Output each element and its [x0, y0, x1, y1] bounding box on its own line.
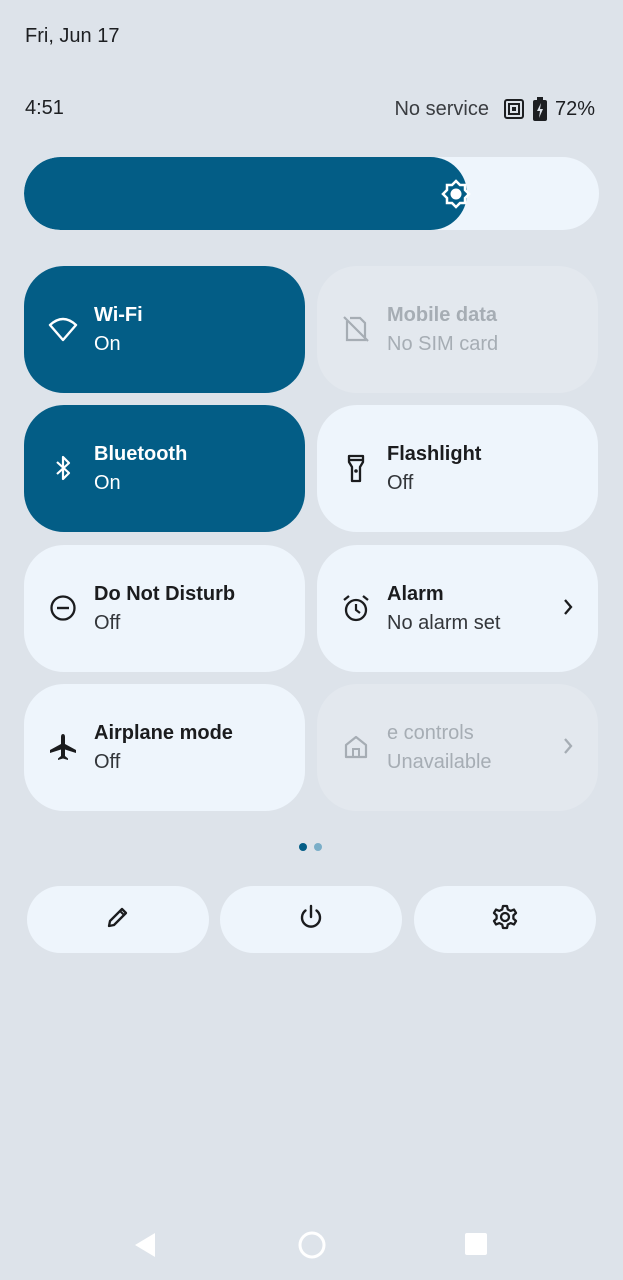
status-icons: No service 72% — [394, 97, 595, 121]
tile-wifi[interactable]: Wi-Fi On — [24, 266, 305, 393]
no-sim-icon — [341, 314, 371, 344]
home-icon — [341, 732, 371, 762]
chevron-right-icon — [562, 597, 574, 622]
power-button[interactable] — [220, 886, 402, 953]
tile-alarm[interactable]: Alarm No alarm set — [317, 545, 598, 672]
tile-do-not-disturb-label: Do Not Disturb — [94, 583, 236, 605]
battery-charging-icon — [532, 97, 547, 121]
tile-flashlight-label: Flashlight — [387, 443, 482, 465]
page-dot-active — [299, 843, 307, 851]
tile-bluetooth-state: On — [94, 472, 121, 494]
brightness-slider[interactable] — [24, 157, 599, 230]
tile-do-not-disturb[interactable]: Do Not Disturb Off — [24, 545, 305, 672]
clock: 4:51 — [25, 97, 64, 119]
do-not-disturb-icon — [48, 593, 78, 623]
home-button[interactable] — [297, 1230, 327, 1265]
settings-icon — [491, 903, 519, 936]
tile-alarm-state: No alarm set — [387, 612, 501, 634]
tile-home-controls-state: Unavailable — [387, 751, 492, 773]
nfc-icon — [503, 98, 525, 120]
wifi-icon — [48, 314, 78, 344]
battery-percent: 72% — [554, 97, 595, 120]
airplane-icon — [48, 732, 78, 762]
brightness-slider-fill[interactable] — [24, 157, 467, 230]
recents-button[interactable] — [464, 1232, 488, 1261]
bluetooth-icon — [48, 453, 78, 483]
page-indicator — [299, 843, 322, 851]
tile-home-controls-label: e controls — [387, 722, 474, 744]
page-dot — [314, 843, 322, 851]
flashlight-icon — [341, 453, 371, 483]
tile-do-not-disturb-state: Off — [94, 612, 121, 634]
edit-icon — [105, 904, 131, 935]
chevron-right-icon — [562, 736, 574, 761]
navigation-bar — [0, 1210, 623, 1280]
settings-button[interactable] — [414, 886, 596, 953]
tile-mobile-data-label: Mobile data — [387, 304, 498, 326]
tile-wifi-label: Wi-Fi — [94, 304, 143, 326]
brightness-icon — [440, 178, 472, 215]
tile-mobile-data-state: No SIM card — [387, 333, 499, 355]
tile-airplane-mode-state: Off — [94, 751, 121, 773]
tile-airplane-mode-label: Airplane mode — [94, 722, 233, 744]
date-label: Fri, Jun 17 — [25, 25, 120, 47]
back-button[interactable] — [133, 1232, 157, 1263]
tile-alarm-label: Alarm — [387, 583, 444, 605]
tile-bluetooth[interactable]: Bluetooth On — [24, 405, 305, 532]
network-status: No service — [394, 97, 489, 120]
tile-bluetooth-label: Bluetooth — [94, 443, 188, 465]
edit-button[interactable] — [27, 886, 209, 953]
alarm-icon — [341, 593, 371, 623]
tile-flashlight[interactable]: Flashlight Off — [317, 405, 598, 532]
power-icon — [297, 903, 325, 936]
tile-wifi-state: On — [94, 333, 121, 355]
tile-home-controls[interactable]: e controls Unavailable — [317, 684, 598, 811]
tile-mobile-data[interactable]: Mobile data No SIM card — [317, 266, 598, 393]
tile-airplane-mode[interactable]: Airplane mode Off — [24, 684, 305, 811]
tile-flashlight-state: Off — [387, 472, 414, 494]
